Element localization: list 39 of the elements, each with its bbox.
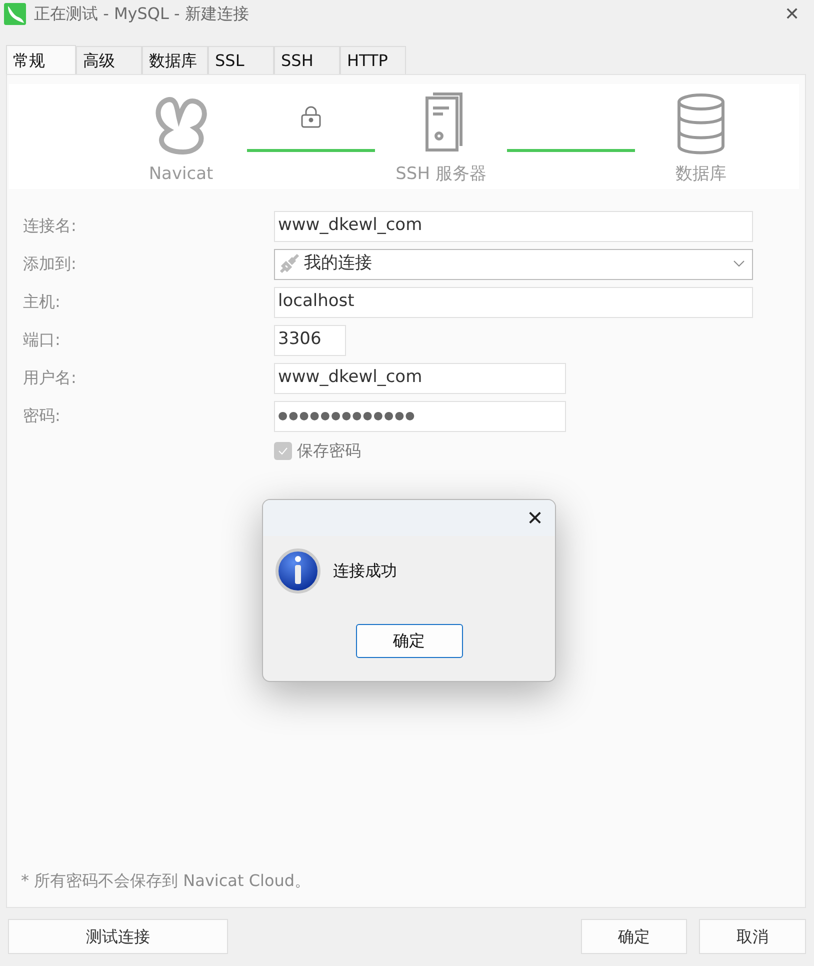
test-connection-button[interactable]: 测试连接 — [8, 919, 228, 954]
check-icon — [278, 447, 288, 455]
field-label: 密码: — [23, 405, 62, 427]
dropdown[interactable]: 我的连接 — [274, 248, 753, 280]
field-label: 添加到: — [23, 253, 78, 275]
app-logo-icon — [4, 3, 26, 25]
field-label: 用户名: — [23, 367, 78, 389]
tab[interactable]: HTTP — [340, 46, 406, 75]
close-button[interactable]: ✕ — [515, 500, 555, 536]
password-field[interactable]: ●●●●●●●●●●●●● — [274, 400, 566, 432]
window-title: 正在测试 - MySQL - 新建连接 — [34, 3, 249, 25]
node-label: 数据库 — [676, 163, 726, 186]
ok-button[interactable]: 确定 — [356, 624, 462, 658]
field-label: 主机: — [23, 291, 62, 313]
tab[interactable]: 常规 — [6, 45, 76, 75]
info-icon — [275, 548, 321, 594]
input-field[interactable]: www_dkewl_com — [274, 210, 753, 242]
node-label: SSH 服务器 — [396, 163, 486, 186]
checkbox-label: 保存密码 — [297, 440, 361, 462]
checkbox[interactable] — [274, 442, 292, 460]
message-text: 连接成功 — [333, 560, 397, 582]
tab[interactable]: 数据库 — [142, 46, 208, 75]
tab[interactable]: SSH — [274, 46, 340, 75]
plug-icon — [278, 253, 300, 275]
node-label: Navicat — [148, 163, 214, 186]
close-button[interactable]: ✕ — [778, 0, 806, 28]
lock-icon — [299, 105, 323, 129]
input-field[interactable]: 3306 — [274, 324, 346, 356]
field-label: 连接名: — [23, 215, 78, 237]
input-field[interactable]: localhost — [274, 286, 753, 318]
field-label: 端口: — [23, 329, 62, 351]
ok-button[interactable]: 确定 — [581, 919, 687, 954]
database-icon — [675, 92, 727, 156]
input-field[interactable]: www_dkewl_com — [274, 362, 566, 394]
note-text: * 所有密码不会保存到 Navicat Cloud。 — [21, 870, 311, 892]
cancel-button[interactable]: 取消 — [699, 919, 806, 954]
tab[interactable]: 高级 — [76, 46, 142, 75]
caret-icon — [733, 260, 745, 268]
tab[interactable]: SSL — [208, 46, 274, 75]
